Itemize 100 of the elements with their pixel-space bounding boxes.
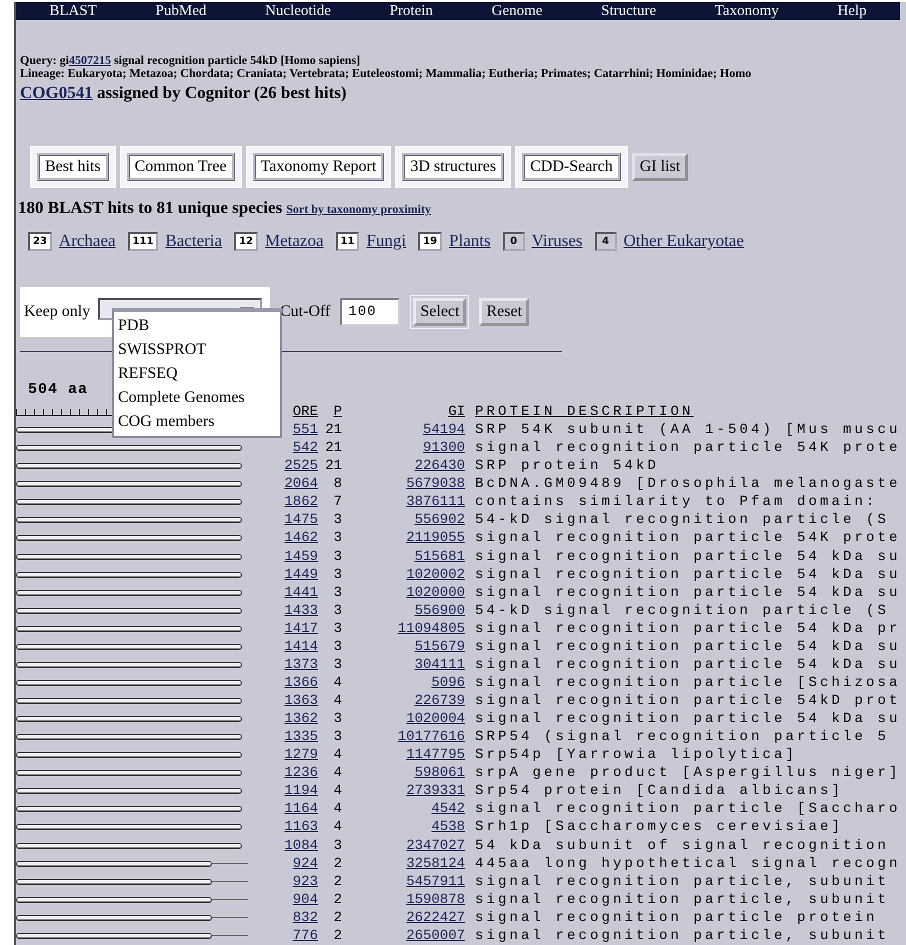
score-link[interactable]: 1194 bbox=[284, 783, 318, 800]
gi-link[interactable]: 226739 bbox=[414, 693, 465, 710]
dropdown-option[interactable]: COG members bbox=[114, 410, 280, 434]
score-link[interactable]: 1414 bbox=[284, 638, 318, 655]
gi-link[interactable]: 11094805 bbox=[398, 620, 465, 637]
score-link[interactable]: 1449 bbox=[284, 566, 318, 583]
gi-link[interactable]: 5457911 bbox=[406, 874, 465, 890]
tool-button[interactable]: CDD-Search bbox=[522, 153, 621, 181]
taxon-link[interactable]: Archaea bbox=[58, 231, 116, 251]
score-link[interactable]: 1366 bbox=[284, 674, 318, 691]
gi-link[interactable]: 556902 bbox=[414, 512, 465, 528]
taxon-link[interactable]: Metazoa bbox=[264, 231, 324, 251]
column-header[interactable]: PROTEIN DESCRIPTION bbox=[475, 404, 694, 420]
gi-link[interactable]: 54194 bbox=[422, 422, 465, 438]
cog-link[interactable]: COG0541 bbox=[20, 83, 93, 102]
gi-link[interactable]: 2119055 bbox=[406, 530, 465, 546]
column-header[interactable]: GI bbox=[448, 404, 465, 420]
score-link[interactable]: 1279 bbox=[284, 747, 318, 764]
filter-button[interactable]: Select bbox=[413, 298, 466, 326]
score-link[interactable]: 1417 bbox=[284, 620, 318, 637]
p-value: 3 bbox=[334, 620, 342, 637]
taxon-link[interactable]: Plants bbox=[449, 231, 491, 251]
dropdown-option[interactable]: SWISSPROT bbox=[114, 338, 280, 362]
score-link[interactable]: 1163 bbox=[284, 819, 318, 836]
score-link[interactable]: 2064 bbox=[284, 476, 318, 492]
gi-link[interactable]: 1020002 bbox=[406, 566, 465, 583]
taxon-link[interactable]: Bacteria bbox=[165, 231, 222, 251]
nav-link[interactable]: Structure bbox=[601, 2, 656, 20]
column-header[interactable]: P bbox=[334, 404, 342, 420]
score-link[interactable]: 2525 bbox=[284, 458, 318, 474]
gi-link[interactable]: 4538 bbox=[431, 819, 465, 836]
gi-link[interactable]: 515681 bbox=[414, 548, 465, 565]
filter-button[interactable]: Reset bbox=[479, 298, 530, 326]
score-link[interactable]: 1862 bbox=[284, 494, 318, 510]
gi-link[interactable]: 515679 bbox=[414, 638, 465, 655]
nav-link[interactable]: Help bbox=[837, 2, 867, 20]
dropdown-option[interactable]: Complete Genomes bbox=[114, 386, 280, 410]
gi-link[interactable]: 2650007 bbox=[406, 928, 465, 944]
gi-link[interactable]: 91300 bbox=[422, 440, 465, 456]
score-link[interactable]: 1373 bbox=[284, 656, 318, 673]
score-link[interactable]: 1335 bbox=[284, 729, 318, 746]
score-link[interactable]: 1462 bbox=[284, 530, 318, 546]
gi-link[interactable]: 3258124 bbox=[406, 856, 465, 872]
gi-link[interactable]: 3876111 bbox=[406, 494, 465, 510]
score-link[interactable]: 551 bbox=[292, 422, 318, 438]
gi-link[interactable]: 2622427 bbox=[406, 910, 465, 926]
gi-link[interactable]: 4542 bbox=[431, 801, 465, 818]
score-link[interactable]: 904 bbox=[292, 892, 318, 908]
score-link[interactable]: 832 bbox=[292, 910, 318, 926]
score-link[interactable]: 1236 bbox=[284, 765, 318, 782]
nav-link[interactable]: Protein bbox=[390, 2, 433, 20]
score-link[interactable]: 542 bbox=[292, 440, 318, 456]
gi-link[interactable]: 556900 bbox=[414, 602, 465, 619]
nav-link[interactable]: Genome bbox=[492, 2, 542, 20]
score-link[interactable]: 1164 bbox=[284, 801, 318, 818]
tool-button[interactable]: 3D structures bbox=[402, 153, 504, 181]
taxon-link[interactable]: Viruses bbox=[532, 231, 583, 251]
taxon-link[interactable]: Fungi bbox=[366, 231, 406, 251]
score-link[interactable]: 1475 bbox=[284, 512, 318, 528]
p-value: 3 bbox=[334, 711, 342, 728]
tool-button[interactable]: GI list bbox=[632, 153, 688, 181]
nav-link[interactable]: PubMed bbox=[156, 2, 206, 20]
score-link[interactable]: 924 bbox=[292, 856, 318, 872]
score-link[interactable]: 1459 bbox=[284, 548, 318, 565]
score-link[interactable]: 1433 bbox=[284, 602, 318, 619]
gi-link[interactable]: 1020004 bbox=[406, 711, 465, 728]
taxon-link[interactable]: Other Eukaryotae bbox=[624, 231, 744, 251]
score-link[interactable]: 1441 bbox=[284, 584, 318, 601]
p-value: 4 bbox=[334, 783, 342, 800]
tool-button[interactable]: Common Tree bbox=[126, 153, 235, 181]
score-link[interactable]: 1362 bbox=[284, 711, 318, 728]
p-value: 3 bbox=[334, 656, 342, 673]
sort-link[interactable]: Sort by taxonomy proximity bbox=[286, 202, 431, 216]
gi-link[interactable]: 226430 bbox=[414, 458, 465, 474]
gi-link[interactable]: 2347027 bbox=[406, 838, 465, 854]
nav-link[interactable]: Nucleotide bbox=[265, 2, 331, 20]
nav-link[interactable]: BLAST bbox=[49, 2, 97, 20]
gi-link[interactable]: 304111 bbox=[414, 656, 465, 673]
p-value: 3 bbox=[334, 530, 342, 546]
tool-button[interactable]: Taxonomy Report bbox=[252, 153, 384, 181]
gi-link[interactable]: 2739331 bbox=[406, 783, 465, 800]
dropdown-option[interactable]: REFSEQ bbox=[114, 362, 280, 386]
gi-link[interactable]: 1147795 bbox=[406, 747, 465, 764]
gi-link[interactable]: 1590878 bbox=[406, 892, 465, 908]
nav-link[interactable]: Taxonomy bbox=[714, 2, 779, 20]
gi-link[interactable]: 1020000 bbox=[406, 584, 465, 601]
gi-link[interactable]: 5096 bbox=[431, 674, 465, 691]
score-link[interactable]: 776 bbox=[292, 928, 318, 944]
tool-button[interactable]: Best hits bbox=[37, 153, 109, 181]
gi-link[interactable]: 10177616 bbox=[398, 729, 465, 746]
column-header[interactable]: ORE bbox=[292, 404, 318, 420]
score-link[interactable]: 1084 bbox=[284, 838, 318, 854]
score-link[interactable]: 923 bbox=[292, 874, 318, 890]
score-link[interactable]: 1363 bbox=[284, 693, 318, 710]
p-value: 3 bbox=[334, 584, 342, 601]
dropdown-option[interactable]: PDB bbox=[114, 314, 280, 338]
gi-link[interactable]: 4507215 bbox=[69, 53, 111, 67]
gi-link[interactable]: 598061 bbox=[414, 765, 465, 782]
cutoff-field[interactable]: 100 bbox=[340, 298, 400, 326]
gi-link[interactable]: 5679038 bbox=[406, 476, 465, 492]
